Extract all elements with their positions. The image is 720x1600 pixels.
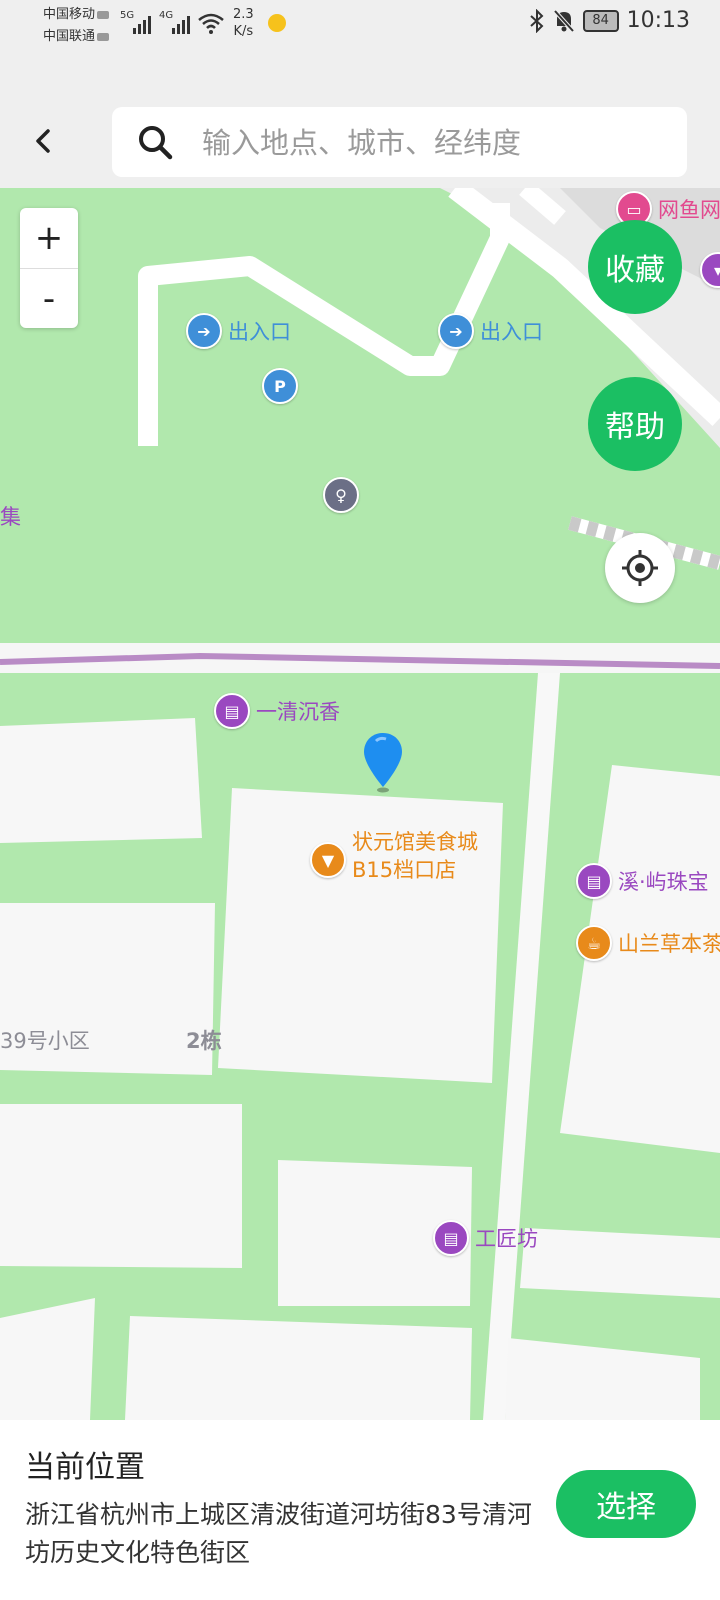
carrier-2: 中国联通 <box>43 29 96 44</box>
location-panel: 当前位置 浙江省杭州市上城区清波街道河坊街83号清河坊历史文化特色街区 选择 <box>0 1420 720 1600</box>
poi-shanlan[interactable]: ☕ 山兰草本茶 <box>576 925 720 961</box>
tea-icon: ☕ <box>576 925 612 961</box>
community-label: 39号小区 <box>0 1029 90 1053</box>
poi-xiyu[interactable]: ▤ 溪·屿珠宝 <box>576 863 709 899</box>
poi-restroom[interactable]: ♀ <box>323 477 359 513</box>
cart-icon: ▾ <box>700 252 720 288</box>
current-address: 浙江省杭州市上城区清波街道河坊街83号清河坊历史文化特色街区 <box>25 1500 532 1567</box>
current-location-title: 当前位置 <box>25 1450 145 1485</box>
signal-icon <box>133 12 151 34</box>
entrance-icon: ➔ <box>186 313 222 349</box>
restroom-icon: ♀ <box>323 477 359 513</box>
search-box[interactable] <box>112 107 687 179</box>
shop-icon: ▤ <box>214 693 250 729</box>
poi-market[interactable]: 集 <box>0 501 21 531</box>
locate-me-button[interactable] <box>605 533 675 603</box>
shop-icon: ▤ <box>576 863 612 899</box>
hd-icon <box>97 32 110 41</box>
carrier-1: 中国移动 <box>43 7 96 22</box>
network-4g-label: 4G <box>159 10 174 21</box>
back-icon[interactable] <box>24 121 64 161</box>
map-base <box>0 188 720 1420</box>
favorite-button[interactable]: 收藏 <box>588 220 682 314</box>
help-button[interactable]: 帮助 <box>588 377 682 471</box>
app-notification-icon <box>268 14 286 32</box>
search-input[interactable] <box>200 107 674 179</box>
building-label: 2栋 <box>186 1029 222 1053</box>
status-bar: 中国移动 中国联通 5G 4G 2.3 K/s 84 10:13 <box>0 0 720 95</box>
select-button[interactable]: 选择 <box>556 1470 696 1538</box>
shop-icon: ▤ <box>433 1220 469 1256</box>
mute-bell-icon <box>553 9 575 32</box>
zoom-control: + - <box>20 208 78 328</box>
entrance-icon: ➔ <box>438 313 474 349</box>
poi-gongjiang[interactable]: ▤ 工匠坊 <box>433 1220 538 1256</box>
zoom-out-button[interactable]: - <box>20 269 78 329</box>
clock: 10:13 <box>626 8 690 33</box>
location-pin-icon <box>364 733 402 793</box>
zoom-in-button[interactable]: + <box>20 208 78 269</box>
poi-entrance[interactable]: ➔ 出入口 <box>438 313 543 349</box>
poi-parking[interactable]: P <box>262 368 298 404</box>
network-5g-label: 5G <box>120 10 135 21</box>
search-bar <box>0 95 720 188</box>
hd-icon <box>97 10 110 19</box>
poi-zhuangyuan[interactable]: ▼ 状元馆美食城 B15档口店 <box>310 828 478 884</box>
carrier-info: 中国移动 中国联通 <box>43 4 110 48</box>
network-speed: 2.3 K/s <box>233 7 254 39</box>
signal-icon <box>172 12 190 34</box>
crosshair-icon <box>622 550 658 586</box>
restaurant-icon: ▼ <box>310 842 346 878</box>
status-right: 84 10:13 <box>529 8 690 33</box>
parking-icon: P <box>262 368 298 404</box>
battery-icon: 84 <box>582 9 619 32</box>
map-view[interactable]: + - ➔ 出入口 ➔ 出入口 P ♀ 集 ▭ 网鱼网 ▾ ▤ 一清沉香 ▼ 状… <box>0 188 720 1420</box>
poi-entrance[interactable]: ➔ 出入口 <box>186 313 291 349</box>
poi-shop[interactable]: ▾ <box>700 252 720 288</box>
wifi-icon <box>198 13 224 34</box>
poi-yiqing[interactable]: ▤ 一清沉香 <box>214 693 340 729</box>
bluetooth-icon <box>529 8 544 33</box>
search-icon <box>139 126 173 160</box>
